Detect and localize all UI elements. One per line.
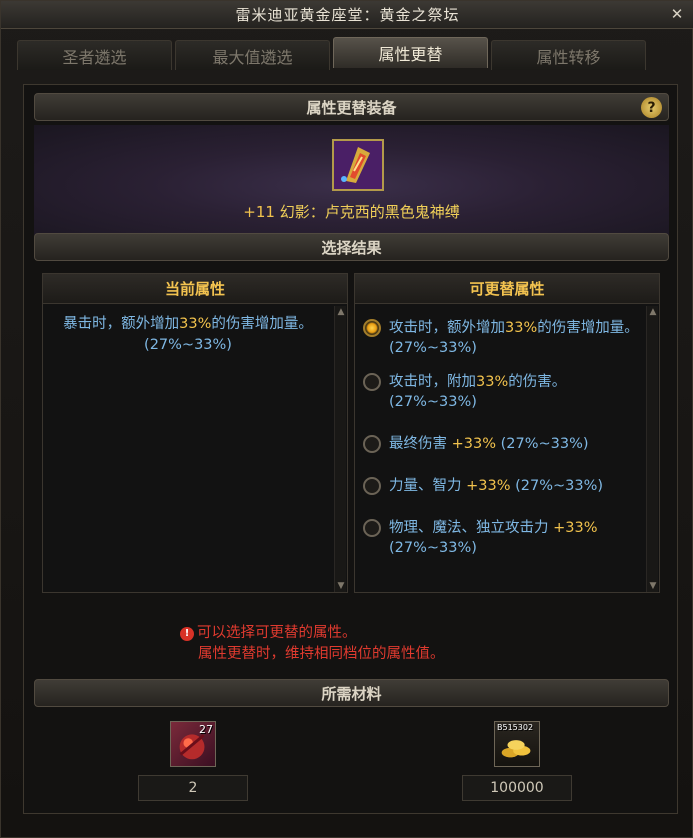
replaceable-attribute-heading: 可更替属性	[355, 274, 659, 304]
materials-section-header: 所需材料	[34, 679, 669, 707]
radio-button[interactable]	[363, 319, 381, 337]
tab-max-value-selection[interactable]: 最大值遴选	[175, 40, 330, 70]
close-icon[interactable]: ✕	[668, 5, 686, 23]
attribute-option[interactable]: 物理、魔法、独立攻击力 +33% (27%~33%)	[363, 518, 641, 558]
option-text: 攻击时，额外增加33%的伤害增加量。(27%~33%)	[389, 320, 639, 356]
gold-icon[interactable]: B515302	[494, 721, 540, 767]
material-item: B515302 100000	[462, 721, 572, 801]
tab-saint-selection[interactable]: 圣者遴选	[17, 40, 172, 70]
notice-message: ! 可以选择可更替的属性。 属性更替时，维持相同档位的属性值。	[180, 623, 445, 665]
radio-button[interactable]	[363, 435, 381, 453]
bracelet-icon	[334, 141, 382, 189]
scroll-up-icon[interactable]: ▲	[335, 306, 347, 318]
scroll-down-icon[interactable]: ▼	[647, 580, 659, 592]
radio-button[interactable]	[363, 519, 381, 537]
option-text: 攻击时，附加33%的伤害。(27%~33%)	[389, 374, 567, 410]
current-attribute-text: 暴击时，额外增加33%的伤害增加量。(27%~33%)	[63, 316, 313, 353]
altar-window: 雷米迪亚黄金座堂：黄金之祭坛 ✕ 圣者遴选 最大值遴选 属性更替 属性转移 属性…	[0, 0, 693, 838]
replaceable-attribute-box: 可更替属性 攻击时，额外增加33%的伤害增加量。(27%~33%) 攻击时，附加…	[354, 273, 660, 593]
material-quantity: 2	[138, 775, 248, 801]
attribute-option[interactable]: 最终伤害 +33% (27%~33%)	[363, 434, 641, 454]
window-title: 雷米迪亚黄金座堂：黄金之祭坛	[235, 6, 460, 24]
warning-icon: !	[180, 627, 194, 641]
scroll-up-icon[interactable]: ▲	[647, 306, 659, 318]
equip-display: +11 幻影：卢克西的黑色鬼神缚	[34, 125, 669, 235]
current-attribute-heading: 当前属性	[43, 274, 347, 304]
material-icon[interactable]: 27	[170, 721, 216, 767]
scroll-down-icon[interactable]: ▼	[335, 580, 347, 592]
title-bar[interactable]: 雷米迪亚黄金座堂：黄金之祭坛 ✕	[1, 1, 693, 29]
equip-section-header: 属性更替装备 ?	[34, 93, 669, 121]
result-section-title: 选择结果	[321, 238, 382, 257]
material-item: 27 2	[138, 721, 248, 801]
materials-section-title: 所需材料	[321, 684, 382, 703]
main-panel: 属性更替装备 ? +11 幻影：卢克西的黑色鬼神缚 选择结果 当前属性 暴击时，…	[23, 84, 678, 814]
tab-attribute-transfer[interactable]: 属性转移	[491, 40, 646, 70]
current-scrollbar[interactable]: ▲ ▼	[334, 306, 346, 592]
option-text: 力量、智力 +33% (27%~33%)	[389, 478, 604, 494]
radio-button[interactable]	[363, 373, 381, 391]
attribute-option[interactable]: 力量、智力 +33% (27%~33%)	[363, 476, 641, 496]
equipment-name: +11 幻影：卢克西的黑色鬼神缚	[34, 201, 669, 222]
current-attribute-box: 当前属性 暴击时，额外增加33%的伤害增加量。(27%~33%) ▲ ▼	[42, 273, 348, 593]
attribute-option[interactable]: 攻击时，额外增加33%的伤害增加量。(27%~33%)	[363, 318, 641, 358]
option-text: 最终伤害 +33% (27%~33%)	[389, 436, 589, 452]
options-scrollbar[interactable]: ▲ ▼	[646, 306, 658, 592]
notice-line-2: 属性更替时，维持相同档位的属性值。	[198, 646, 445, 662]
help-icon[interactable]: ?	[641, 97, 662, 118]
equipment-slot[interactable]	[332, 139, 384, 191]
tab-attribute-replace[interactable]: 属性更替	[333, 37, 488, 68]
radio-button[interactable]	[363, 477, 381, 495]
tab-bar: 圣者遴选 最大值遴选 属性更替 属性转移	[17, 37, 649, 70]
option-text: 物理、魔法、独立攻击力 +33% (27%~33%)	[389, 520, 598, 556]
material-count-badge: 27	[199, 723, 213, 736]
notice-line-1: ! 可以选择可更替的属性。	[180, 623, 445, 644]
attribute-option[interactable]: 攻击时，附加33%的伤害。(27%~33%)	[363, 372, 641, 412]
result-section-header: 选择结果	[34, 233, 669, 261]
gold-quantity: 100000	[462, 775, 572, 801]
gold-amount-badge: B515302	[497, 723, 534, 732]
enhance-level: +11	[243, 203, 275, 221]
item-name: 幻影：卢克西的黑色鬼神缚	[279, 203, 460, 221]
equip-section-title: 属性更替装备	[306, 98, 397, 117]
